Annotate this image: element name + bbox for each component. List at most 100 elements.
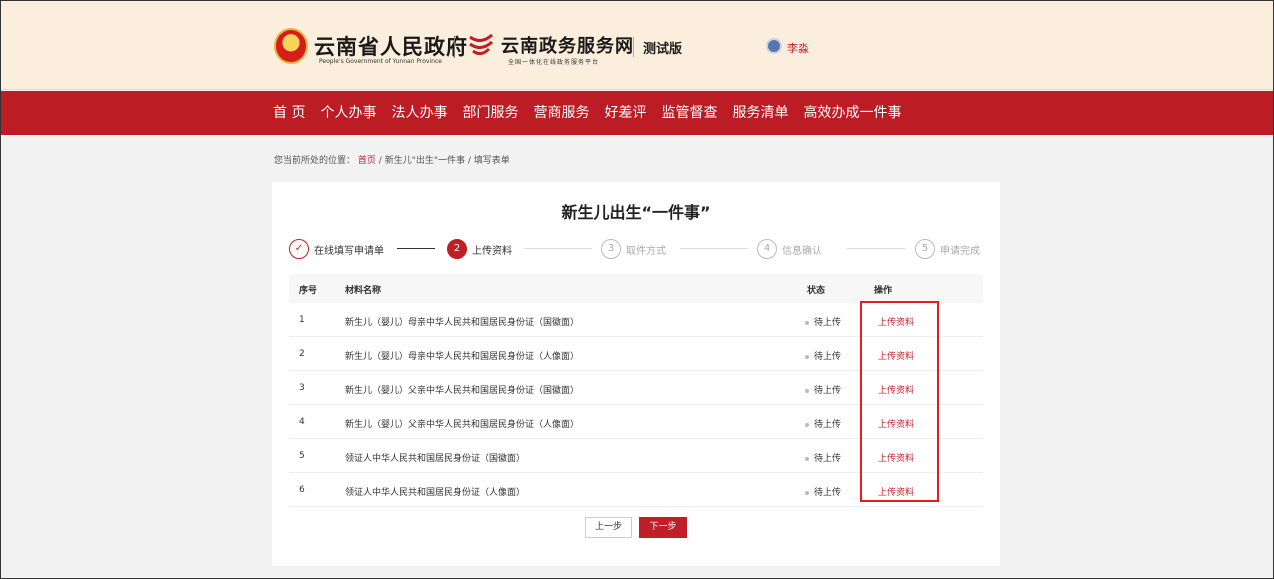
table-header: 序号 材料名称 状态 操作 (289, 274, 983, 303)
status-text: 待上传 (814, 386, 842, 396)
nav-item-one-thing[interactable]: 高效办成一件事 (803, 91, 901, 135)
step-number: 4 (757, 239, 777, 259)
table-row: 3 新生儿（婴儿）父亲中华人民共和国居民身份证（国徽面） 待上传 上传资料 (289, 371, 983, 405)
nav-item-review[interactable]: 好差评 (604, 91, 646, 135)
upload-button[interactable]: 上传资料 (878, 349, 914, 362)
status-text: 待上传 (814, 318, 842, 328)
row-status: 待上传 (805, 485, 841, 498)
header-divider (454, 36, 455, 58)
step-4: 4 信息确认 (757, 238, 822, 260)
row-status: 待上传 (805, 315, 841, 328)
gov-sub: People's Government of Yunnan Province (319, 58, 442, 65)
table-row: 1 新生儿（婴儿）母亲中华人民共和国居民身份证（国徽面） 待上传 上传资料 (289, 303, 983, 337)
status-dot-icon (805, 456, 809, 461)
status-text: 待上传 (814, 488, 842, 498)
row-name: 领证人中华人民共和国居民身份证（国徽面） (345, 454, 526, 464)
row-status: 待上传 (805, 383, 841, 396)
step-connector (847, 248, 905, 249)
nav-item-supervision[interactable]: 监管督查 (661, 91, 717, 135)
header-op: 操作 (874, 286, 893, 296)
row-status: 待上传 (805, 417, 841, 430)
test-version-label: 测试版 (643, 42, 683, 57)
breadcrumb-home[interactable]: 首页 (358, 156, 376, 166)
step-label: 申请完成 (940, 245, 980, 257)
step-1: ✓ 在线填写申请单 (289, 238, 384, 260)
table-row: 4 新生儿（婴儿）父亲中华人民共和国居民身份证（人像面） 待上传 上传资料 (289, 405, 983, 439)
row-name: 新生儿（婴儿）父亲中华人民共和国居民身份证（人像面） (345, 420, 580, 430)
row-index: 5 (299, 451, 305, 461)
step-connector (524, 248, 592, 249)
row-status: 待上传 (805, 451, 841, 464)
row-index: 6 (299, 485, 305, 495)
header-status: 状态 (807, 286, 826, 296)
site-header: 云南省人民政府 People's Government of Yunnan Pr… (1, 1, 1273, 90)
header-index: 序号 (299, 286, 318, 296)
step-label: 上传资料 (472, 245, 512, 257)
table-row: 2 新生儿（婴儿）母亲中华人民共和国居民身份证（人像面） 待上传 上传资料 (289, 337, 983, 371)
status-text: 待上传 (814, 352, 842, 362)
breadcrumb-level1[interactable]: 新生儿"出生"一件事 (385, 156, 465, 166)
nav-item-personal[interactable]: 个人办事 (320, 91, 376, 135)
nav-item-service-list[interactable]: 服务清单 (732, 91, 788, 135)
row-name: 领证人中华人民共和国居民身份证（人像面） (345, 488, 526, 498)
status-dot-icon (805, 388, 809, 393)
step-5: 5 申请完成 (915, 238, 980, 260)
step-label: 信息确认 (782, 245, 822, 257)
form-card: 新生儿出生“一件事” ✓ 在线填写申请单 2 上传资料 3 取件方式 4 信息确… (272, 182, 1000, 566)
user-avatar-icon[interactable] (766, 38, 782, 54)
status-text: 待上传 (814, 454, 842, 464)
materials-table: 序号 材料名称 状态 操作 1 新生儿（婴儿）母亲中华人民共和国居民身份证（国徽… (289, 274, 983, 507)
table-row: 6 领证人中华人民共和国居民身份证（人像面） 待上传 上传资料 (289, 473, 983, 507)
nav-item-home[interactable]: 首 页 (273, 91, 305, 135)
status-dot-icon (805, 354, 809, 359)
user-name-link[interactable]: 李淼 (787, 40, 809, 56)
step-number: 5 (915, 239, 935, 259)
row-index: 1 (299, 315, 305, 325)
table-row: 5 领证人中华人民共和国居民身份证（国徽面） 待上传 上传资料 (289, 439, 983, 473)
gov-name[interactable]: 云南省人民政府 (314, 31, 468, 61)
step-label: 在线填写申请单 (314, 245, 384, 257)
national-emblem-icon (274, 28, 308, 64)
row-status: 待上传 (805, 349, 841, 362)
nav-item-business[interactable]: 营商服务 (533, 91, 589, 135)
row-name: 新生儿（婴儿）母亲中华人民共和国居民身份证（人像面） (345, 352, 580, 362)
step-connector (397, 248, 435, 249)
row-name: 新生儿（婴儿）母亲中华人民共和国居民身份证（国徽面） (345, 318, 580, 328)
breadcrumb: 您当前所处的位置： 首页 / 新生儿"出生"一件事 / 填写表单 (274, 153, 510, 166)
breadcrumb-sep: / (467, 156, 471, 166)
upload-button[interactable]: 上传资料 (878, 451, 914, 464)
header-divider (633, 37, 634, 57)
breadcrumb-prefix: 您当前所处的位置： (274, 156, 356, 166)
status-dot-icon (805, 490, 809, 495)
row-index: 2 (299, 349, 305, 359)
breadcrumb-level2: 填写表单 (473, 156, 510, 166)
breadcrumb-sep: / (378, 156, 382, 166)
page-title: 新生儿出生“一件事” (561, 203, 711, 222)
upload-button[interactable]: 上传资料 (878, 417, 914, 430)
step-2: 2 上传资料 (447, 238, 512, 260)
step-number: 3 (601, 239, 621, 259)
nav-item-legal-person[interactable]: 法人办事 (391, 91, 447, 135)
row-index: 4 (299, 417, 305, 427)
step-connector (680, 248, 748, 249)
next-step-button[interactable]: 下一步 (639, 517, 687, 538)
row-name: 新生儿（婴儿）父亲中华人民共和国居民身份证（国徽面） (345, 386, 580, 396)
upload-button[interactable]: 上传资料 (878, 383, 914, 396)
step-number: 2 (447, 239, 467, 259)
status-text: 待上传 (814, 420, 842, 430)
step-3: 3 取件方式 (601, 238, 666, 260)
service-name[interactable]: 云南政务服务网 (501, 32, 634, 58)
upload-button[interactable]: 上传资料 (878, 485, 914, 498)
row-index: 3 (299, 383, 305, 393)
service-logo-icon (469, 33, 494, 56)
status-dot-icon (805, 320, 809, 325)
upload-button[interactable]: 上传资料 (878, 315, 914, 328)
prev-step-button[interactable]: 上一步 (585, 517, 632, 538)
main-nav: 首 页 个人办事 法人办事 部门服务 营商服务 好差评 监管督查 服务清单 高效… (1, 91, 1273, 135)
header-name: 材料名称 (345, 286, 382, 296)
step-label: 取件方式 (626, 245, 666, 257)
status-dot-icon (805, 422, 809, 427)
check-icon: ✓ (289, 239, 309, 259)
service-sub: 全国一体化在线政务服务平台 (508, 59, 600, 66)
nav-item-department[interactable]: 部门服务 (462, 91, 518, 135)
